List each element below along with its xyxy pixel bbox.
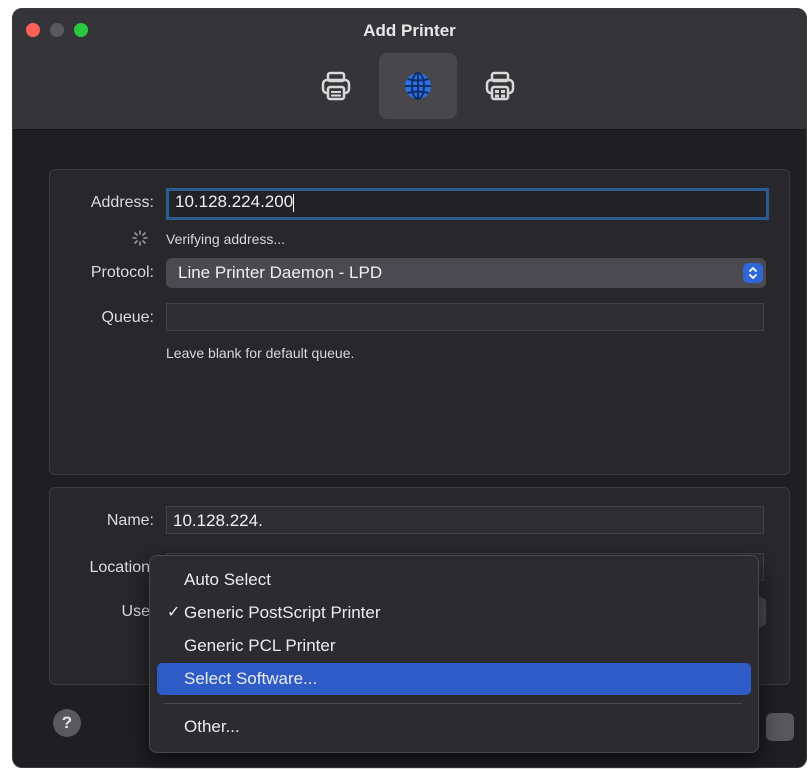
menu-item-generic-pcl[interactable]: Generic PCL Printer bbox=[157, 630, 751, 662]
menu-item-label: Generic PostScript Printer bbox=[184, 603, 381, 622]
checkmark-icon: ✓ bbox=[167, 604, 181, 621]
queue-hint: Leave blank for default queue. bbox=[166, 345, 355, 361]
menu-item-select-software[interactable]: Select Software... bbox=[157, 663, 751, 695]
tab-default-printer[interactable] bbox=[297, 53, 375, 119]
name-label: Name: bbox=[106, 512, 154, 529]
address-status: Verifying address... bbox=[166, 231, 286, 247]
menu-item-label: Generic PCL Printer bbox=[184, 636, 336, 655]
chevron-updown-icon bbox=[743, 263, 763, 283]
address-value: 10.128.224.200 bbox=[175, 192, 294, 211]
printer-icon bbox=[485, 71, 515, 101]
queue-label: Queue: bbox=[101, 309, 154, 326]
tab-ip-printer[interactable] bbox=[379, 53, 457, 119]
protocol-label: Protocol: bbox=[90, 264, 154, 281]
address-input[interactable]: 10.128.224.200 bbox=[166, 188, 769, 220]
protocol-value: Line Printer Daemon - LPD bbox=[178, 263, 383, 282]
menu-item-generic-postscript[interactable]: ✓ Generic PostScript Printer bbox=[157, 597, 751, 629]
menu-item-label: Auto Select bbox=[184, 570, 271, 589]
tab-windows-printer[interactable] bbox=[461, 53, 539, 119]
title-bar: Add Printer bbox=[13, 9, 806, 130]
help-button[interactable]: ? bbox=[53, 709, 81, 737]
menu-item-other[interactable]: Other... bbox=[157, 711, 751, 743]
globe-icon bbox=[405, 72, 431, 100]
address-label: Address: bbox=[90, 194, 154, 211]
connection-panel: Address: 10.128.224.200 Verifying addres… bbox=[49, 169, 790, 475]
name-value: 10.128.224. bbox=[173, 511, 263, 530]
use-label: Use bbox=[121, 603, 150, 620]
menu-item-auto-select[interactable]: Auto Select bbox=[157, 564, 751, 596]
printer-icon bbox=[321, 71, 351, 101]
queue-input[interactable] bbox=[166, 303, 764, 331]
window-title: Add Printer bbox=[363, 21, 456, 40]
location-label: Location bbox=[89, 559, 151, 576]
text-caret bbox=[293, 193, 295, 212]
use-dropdown-menu: Auto Select ✓ Generic PostScript Printer… bbox=[149, 555, 759, 753]
add-button[interactable] bbox=[766, 713, 794, 741]
menu-item-label: Select Software... bbox=[184, 669, 318, 688]
spinner-icon bbox=[132, 230, 148, 246]
name-input[interactable]: 10.128.224. bbox=[166, 506, 764, 534]
menu-item-label: Other... bbox=[184, 717, 240, 736]
menu-separator bbox=[164, 703, 742, 704]
protocol-select[interactable]: Line Printer Daemon - LPD bbox=[166, 258, 766, 288]
